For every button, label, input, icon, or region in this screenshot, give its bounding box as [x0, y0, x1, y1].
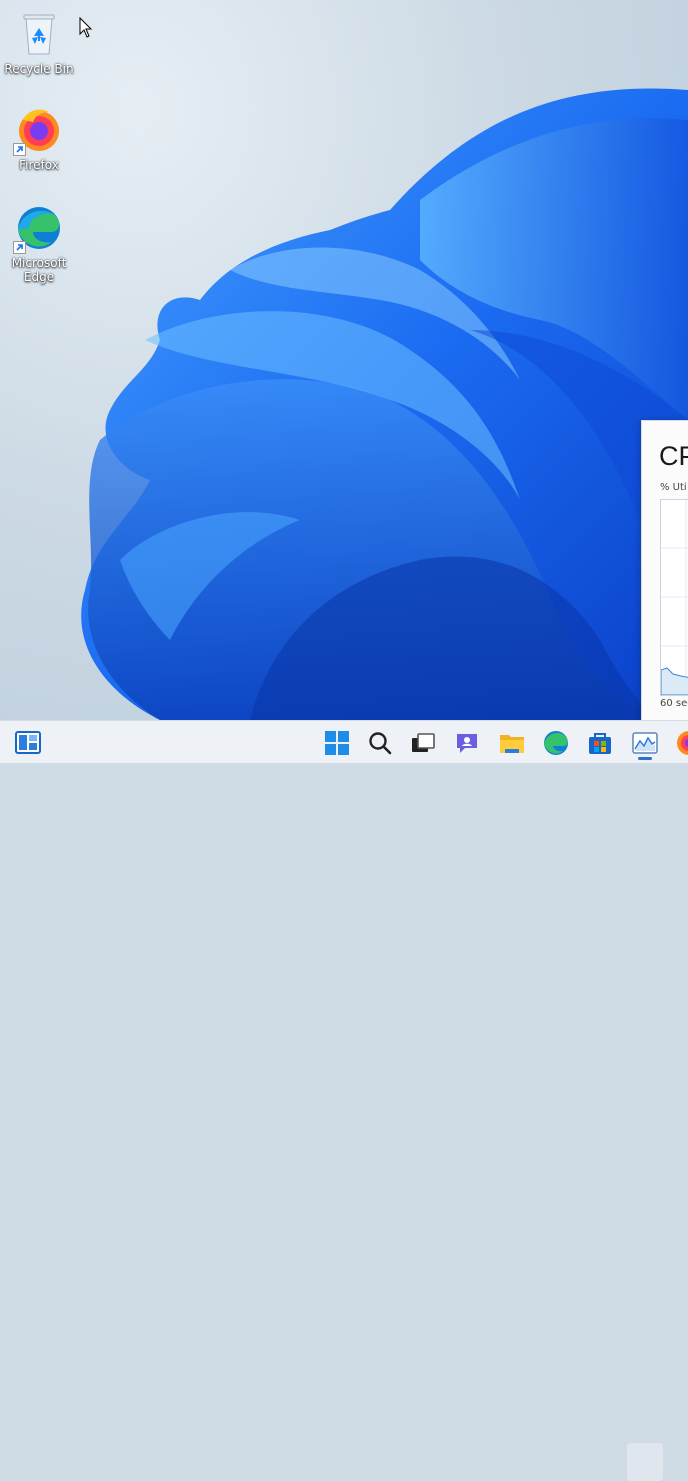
taskbar [0, 720, 688, 1481]
chat-icon[interactable] [453, 729, 481, 757]
cpu-title: CPU [659, 441, 688, 471]
time-span-label: 60 sec [660, 698, 688, 709]
wallpaper-bloom [81, 88, 688, 720]
store-icon[interactable] [586, 729, 614, 757]
mouse-pointer-icon [79, 17, 93, 38]
task-manager-window[interactable]: CPU % Uti 60 sec [641, 420, 688, 720]
active-window-indicator [638, 757, 652, 760]
task-manager-taskbar-highlight [627, 1443, 663, 1481]
start-icon[interactable] [323, 729, 351, 757]
task-manager-icon[interactable] [631, 729, 659, 757]
cpu-graph [660, 499, 688, 696]
utilization-label: % Uti [660, 482, 687, 493]
widgets-icon[interactable] [14, 729, 42, 757]
shortcut-arrow-icon [13, 241, 26, 254]
firefox-label: Firefox [19, 158, 59, 172]
desktop[interactable]: Recycle Bin Firefox Microsoft Edge CP % … [0, 0, 688, 720]
file-explorer-icon[interactable] [498, 729, 526, 757]
firefox-icon [13, 106, 63, 156]
recycle-bin-icon [15, 10, 63, 58]
edge-icon [13, 204, 63, 254]
firefox-shortcut[interactable]: Firefox [1, 106, 77, 172]
firefox-taskbar-icon[interactable] [675, 729, 688, 757]
recycle-bin-shortcut[interactable]: Recycle Bin [1, 10, 77, 76]
search-icon[interactable] [366, 729, 394, 757]
edge-label: Microsoft Edge [11, 256, 67, 284]
task-view-icon[interactable] [409, 729, 437, 757]
recycle-bin-label: Recycle Bin [4, 62, 74, 76]
edge-shortcut[interactable]: Microsoft Edge [1, 204, 77, 284]
shortcut-arrow-icon [13, 143, 26, 156]
edge-taskbar-icon[interactable] [542, 729, 570, 757]
